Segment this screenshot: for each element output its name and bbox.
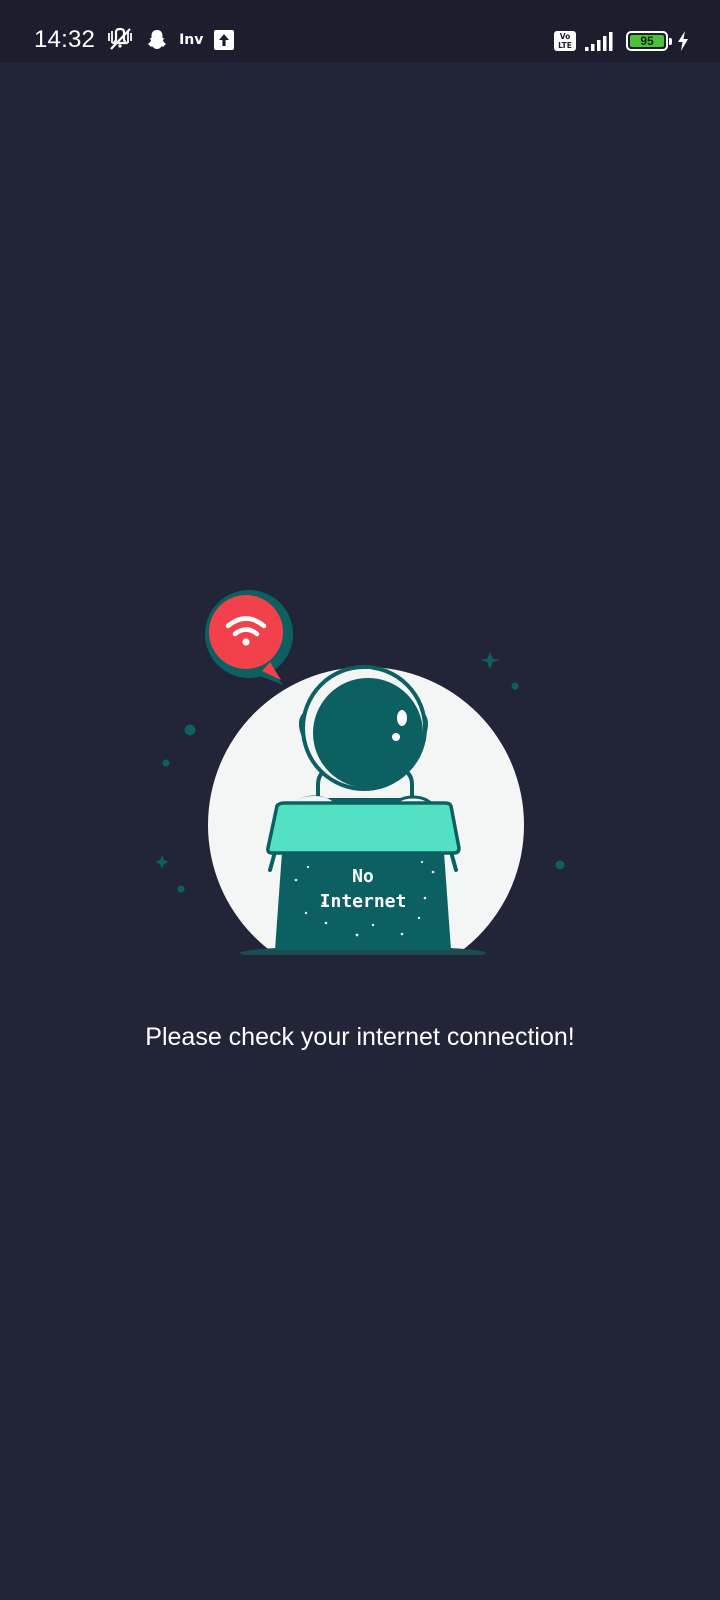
mute-vibrate-icon (108, 27, 132, 50)
upload-arrow-icon (214, 30, 235, 50)
battery-icon: 95 (626, 31, 672, 51)
astronaut-icon (291, 665, 436, 825)
desk-text-line1: No (352, 866, 374, 887)
desk-text-line2: Internet (320, 891, 407, 912)
desk: No Internet (266, 801, 461, 950)
no-connection-message: Please check your internet connection! (145, 1023, 575, 1051)
status-left: 14:32 Inv (34, 22, 235, 58)
charging-bolt-icon (678, 31, 688, 51)
status-bar: 14:32 Inv Vo LTE 95 (0, 0, 720, 62)
clock: 14:32 (34, 26, 96, 53)
battery-level: 95 (630, 35, 664, 47)
signal-strength-icon (585, 32, 613, 51)
inv-app-icon: Inv (179, 32, 204, 48)
volte-icon: Vo LTE (554, 31, 576, 51)
status-right: Vo LTE 95 (554, 26, 690, 56)
snapchat-ghost-icon (147, 30, 167, 49)
battery-nub (669, 38, 672, 45)
wifi-off-bubble-icon (205, 590, 293, 685)
no-internet-illustration: No Internet (155, 590, 565, 955)
